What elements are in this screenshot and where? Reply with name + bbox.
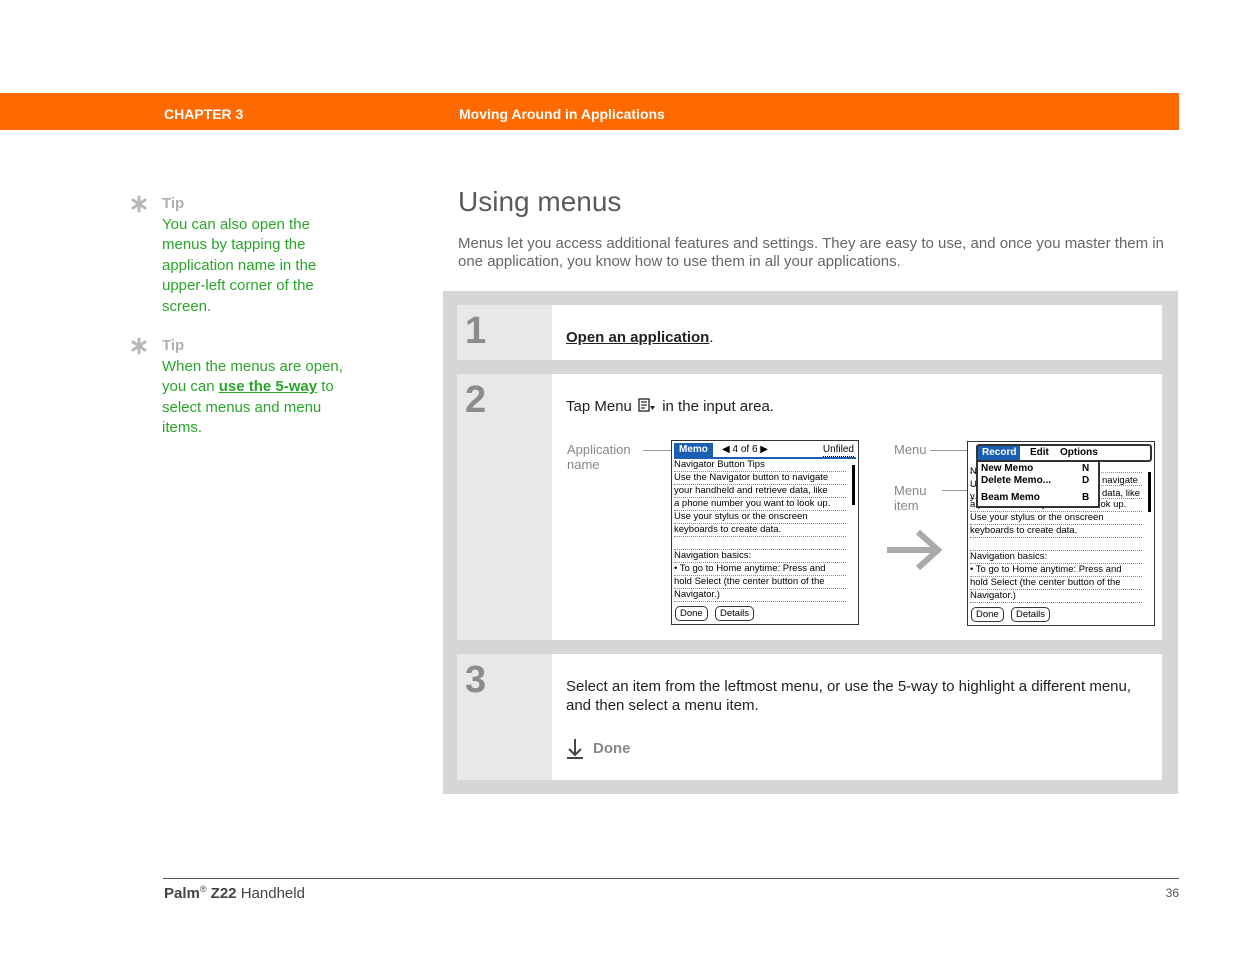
memo-line: Navigation basics:: [970, 551, 1142, 564]
memo-line: Use the Navigator button to navigate: [674, 472, 846, 485]
asterisk-icon: [131, 337, 147, 355]
step-1: 1 Open an application.: [457, 305, 1162, 360]
section-intro: Menus let you access additional features…: [458, 235, 1164, 270]
memo-line: Navigator.): [970, 590, 1142, 603]
memo-line: hold Select (the center button of the: [970, 577, 1142, 590]
memo-line: • To go to Home anytime: Press and: [970, 564, 1142, 577]
callout-line: [643, 450, 672, 451]
details-button[interactable]: Details: [1011, 607, 1051, 622]
page-number: 36: [1165, 886, 1179, 900]
step-text: Open an application.: [566, 328, 714, 347]
memo-text-peek-right: navigate data, like: [1102, 475, 1140, 500]
tip-box: Tip When the menus are open, you can use…: [130, 337, 345, 447]
right-arrow-icon: [887, 529, 943, 571]
menu-dropdown: New Memo N Delete Memo... D Beam Memo B: [976, 460, 1100, 508]
product-name: Handheld: [240, 885, 305, 902]
memo-line: • To go to Home anytime: Press and: [674, 563, 846, 576]
step-text: Select an item from the leftmost menu, o…: [566, 678, 1132, 714]
memo-line: Navigation basics:: [674, 550, 846, 563]
memo-line: a phone number you want to look up.: [674, 498, 846, 511]
menu-record[interactable]: Record: [978, 446, 1021, 460]
callout-line: [930, 450, 968, 451]
shortcut-label: D: [1082, 475, 1090, 486]
asterisk-icon: [131, 195, 147, 213]
step-number: 3: [465, 659, 487, 701]
use-5-way-link[interactable]: use the 5-way: [219, 378, 317, 395]
memo-text: Navigator Button Tips Use the Navigator …: [674, 459, 846, 602]
memo-line: your handheld and retrieve data, like: [674, 485, 846, 498]
scrollbar[interactable]: [1147, 462, 1152, 595]
record-pager: ◀ 4 of 6 ▶: [722, 444, 768, 455]
prev-arrow-icon[interactable]: ◀: [722, 444, 730, 455]
chapter-number: CHAPTER 3: [164, 106, 244, 122]
menu-callout: Menu: [894, 442, 927, 457]
footer-divider: [163, 878, 1179, 879]
menu-icon: [638, 398, 656, 412]
tip-text: You can also open the menus by tapping t…: [162, 216, 317, 315]
memo-screen-before: Memo ◀ 4 of 6 ▶ Unfiled Navigator Button…: [671, 440, 859, 625]
done-arrow-icon: [567, 739, 583, 759]
memo-app-title[interactable]: Memo: [674, 443, 713, 457]
footer-product: Palm® Z22 Handheld: [164, 884, 305, 902]
menu-item-new-memo[interactable]: New Memo: [981, 463, 1033, 474]
memo-line: Navigator.): [674, 589, 846, 602]
step-number: 1: [465, 310, 487, 352]
menu-options[interactable]: Options: [1060, 446, 1098, 460]
step-3: 3 Select an item from the leftmost menu,…: [457, 654, 1162, 780]
shortcut-label: B: [1082, 492, 1090, 503]
brand-name: Palm: [164, 885, 200, 902]
application-name-callout: Application name: [567, 442, 631, 472]
step-text: Tap Menu in the input area.: [566, 397, 774, 416]
tip-label: Tip: [162, 337, 185, 354]
shortcut-label: N: [1082, 463, 1090, 474]
section-title: Using menus: [458, 186, 622, 217]
memo-line: keyboards to create data.: [970, 525, 1142, 538]
menu-edit[interactable]: Edit: [1030, 446, 1049, 460]
open-application-link[interactable]: Open an application: [566, 329, 709, 346]
registered-mark: ®: [199, 884, 207, 894]
step-text-after: in the input area.: [662, 398, 774, 415]
tip-label: Tip: [162, 195, 185, 212]
category-selector[interactable]: Unfiled: [822, 444, 854, 457]
memo-line: Navigator Button Tips: [674, 459, 846, 472]
chapter-title: Moving Around in Applications: [459, 106, 665, 122]
menu-item-delete-memo[interactable]: Delete Memo...: [981, 475, 1051, 486]
scrollbar[interactable]: [851, 461, 856, 594]
memo-line: keyboards to create data.: [674, 524, 846, 537]
memo-line: [674, 537, 846, 550]
done-button[interactable]: Done: [971, 607, 1004, 622]
details-button[interactable]: Details: [715, 606, 755, 621]
menu-item-beam-memo[interactable]: Beam Memo: [981, 492, 1040, 503]
memo-line: navigate: [1102, 475, 1138, 486]
memo-line: data, like: [1102, 487, 1141, 499]
menu-item-callout: Menu item: [894, 483, 927, 513]
tip-text: When the menus are open, you can use the…: [162, 357, 347, 439]
step-text-before: Tap Menu: [566, 398, 632, 415]
model-name: Z22: [210, 885, 237, 902]
next-arrow-icon[interactable]: ▶: [760, 444, 768, 455]
done-label: Done: [593, 740, 631, 757]
memo-screen-menu-open: a phone number you want to look up. Use …: [967, 441, 1155, 626]
memo-line: hold Select (the center button of the: [674, 576, 846, 589]
done-button[interactable]: Done: [675, 606, 708, 621]
tip-box: Tip You can also open the menus by tappi…: [130, 195, 345, 315]
memo-line: Use your stylus or the onscreen: [674, 511, 846, 524]
step-text-after: .: [709, 329, 714, 346]
memo-line: [970, 538, 1142, 551]
memo-line: Use your stylus or the onscreen: [970, 512, 1142, 525]
step-number: 2: [465, 379, 487, 421]
